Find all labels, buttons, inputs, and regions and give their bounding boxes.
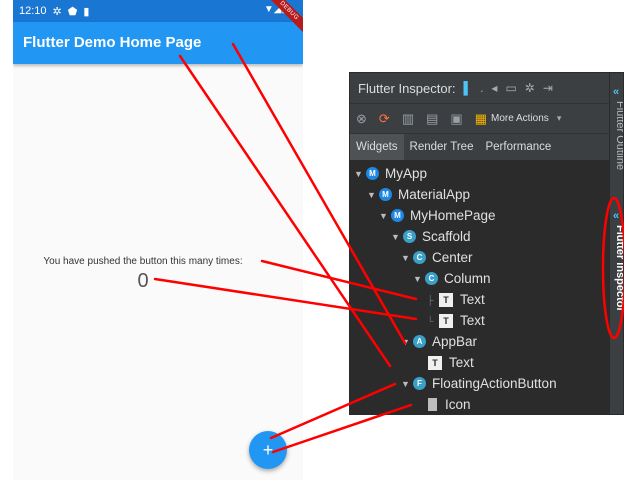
annotation-pointers [153, 42, 624, 454]
pointer-line [231, 42, 407, 345]
pointer-line [269, 382, 397, 440]
pointer-ellipse [601, 196, 624, 340]
pointer-line [153, 277, 418, 321]
pointer-line [260, 259, 418, 301]
pointer-line [178, 54, 392, 368]
